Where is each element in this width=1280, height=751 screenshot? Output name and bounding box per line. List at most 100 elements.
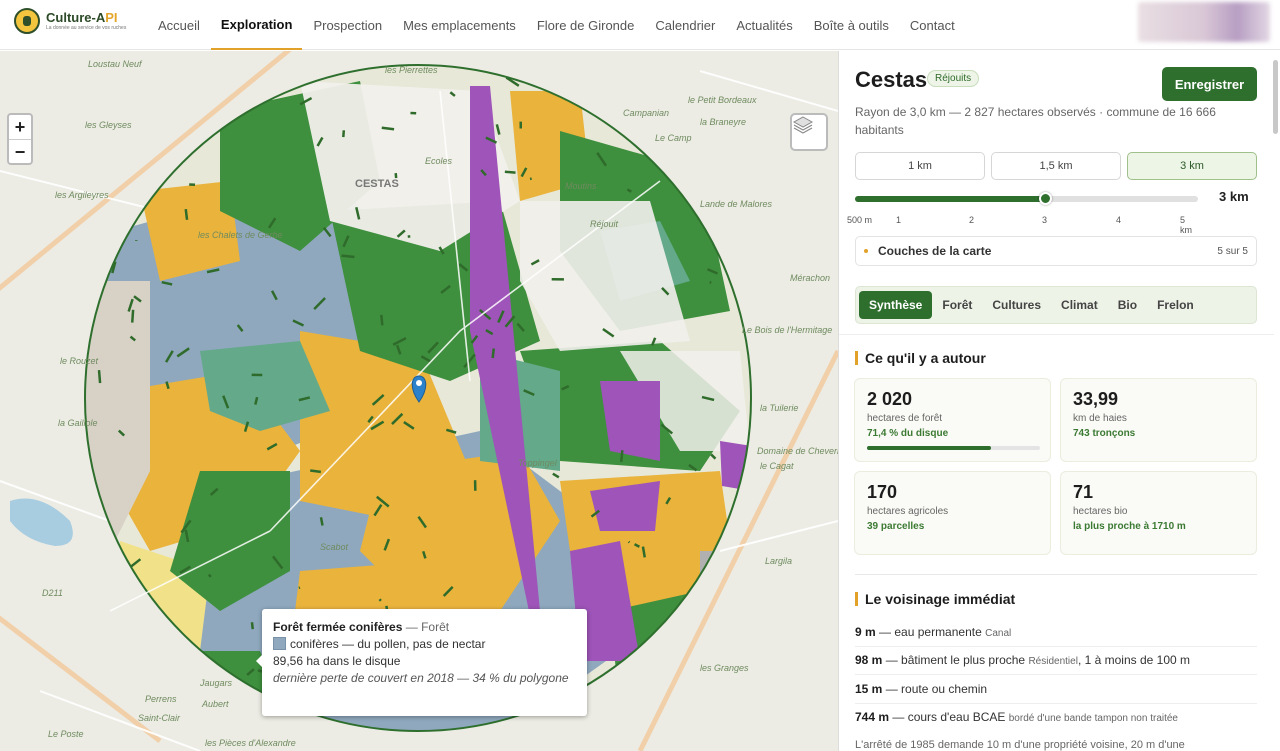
map-place-label: Ecoles xyxy=(425,156,453,166)
map-place-label: Moutins xyxy=(565,181,597,191)
panel-scrollbar[interactable] xyxy=(1273,60,1278,134)
hedge-line xyxy=(663,668,669,681)
card-unit: hectares bio xyxy=(1073,506,1128,517)
nav-actualites[interactable]: Actualités xyxy=(726,0,802,50)
map-place-label: CESTAS xyxy=(355,178,399,190)
nearby-heading: Le voisinage immédiat xyxy=(855,591,1015,607)
nav-calendrier[interactable]: Calendrier xyxy=(645,0,725,50)
nearby-item: 744 m — cours d'eau BCAE bordé d'une ban… xyxy=(855,710,1178,724)
slider-fill xyxy=(855,196,1045,202)
card-number: 71 xyxy=(1073,482,1094,502)
map-place-label: les Gleyses xyxy=(85,120,132,130)
card-note: 71,4 % du disque xyxy=(867,428,949,439)
radius-slider[interactable] xyxy=(855,192,1198,205)
nav-boite-a-outils[interactable]: Boîte à outils xyxy=(804,0,899,50)
slider-thumb[interactable] xyxy=(1039,192,1052,205)
card-number: 2 020 xyxy=(867,389,913,409)
card-note: 743 tronçons xyxy=(1073,428,1136,439)
hedge-line xyxy=(620,450,624,462)
bio-card: 71 hectares bio la plus proche à 1710 m xyxy=(1060,471,1257,555)
card-number: 170 xyxy=(867,482,898,502)
zoom-control: + − xyxy=(7,113,33,165)
card-unit: hectares de forêt xyxy=(867,413,943,424)
hedge-line xyxy=(98,227,110,235)
card-number: 33,99 xyxy=(1073,389,1119,409)
radius-3km-button[interactable]: 3 km xyxy=(1127,152,1257,180)
zoom-in-button[interactable]: + xyxy=(9,115,31,139)
brand-logo[interactable]: Culture-API La donnée au service de vos … xyxy=(14,8,126,34)
hedge-line xyxy=(205,82,217,97)
map-place-label: Réjouit xyxy=(590,219,619,229)
card-note: 39 parcelles xyxy=(867,521,925,532)
tick-label: 1 xyxy=(896,215,902,225)
map-place-label: Jaugars xyxy=(199,678,233,688)
hedge-line xyxy=(134,179,146,185)
tab-foret[interactable]: Forêt xyxy=(932,291,982,319)
map-place-label: Aubert xyxy=(201,699,229,709)
map-layers-toggle[interactable]: Couches de la carte 5 sur 5 xyxy=(855,236,1257,266)
map-place-label: Perrens xyxy=(145,694,177,704)
divider xyxy=(855,574,1257,575)
user-avatar[interactable] xyxy=(1138,2,1270,42)
conifer-swatch-icon xyxy=(273,637,286,650)
progress-fill xyxy=(867,446,991,450)
map-view[interactable]: Loustau Neuf les Pierrettes le Petit Borde… xyxy=(0,51,838,751)
layers-label: Couches de la carte xyxy=(878,244,992,258)
hedge-line xyxy=(97,370,102,384)
map-place-label: Domaine de Cheverny xyxy=(757,446,838,456)
tick-label: 500 m xyxy=(847,215,873,225)
nav-flore-de-gironde[interactable]: Flore de Gironde xyxy=(527,0,645,50)
tab-cultures[interactable]: Cultures xyxy=(982,291,1051,319)
tab-synthese[interactable]: Synthèse xyxy=(859,291,933,319)
around-heading: Ce qu'il y a autour xyxy=(855,350,986,366)
map-place-label: le Petit Bordeaux xyxy=(688,95,757,105)
radius-1-5km-button[interactable]: 1,5 km xyxy=(991,152,1121,180)
tooltip-category: — Forêt xyxy=(405,620,450,634)
slider-value: 3 km xyxy=(1219,189,1249,204)
map-place-label: Le Poste xyxy=(48,729,84,739)
hedge-line xyxy=(310,469,321,474)
nav-contact[interactable]: Contact xyxy=(900,0,965,50)
card-note: la plus proche à 1710 m xyxy=(1073,521,1186,532)
regulation-note: L'arrêté de 1985 demande 10 m d'une prop… xyxy=(855,739,1185,751)
tooltip-line2: 89,56 ha dans le disque xyxy=(273,654,401,668)
lake-shape xyxy=(10,498,73,546)
hedge-line xyxy=(627,540,631,544)
map-layers-button[interactable] xyxy=(790,113,828,151)
radius-1km-button[interactable]: 1 km xyxy=(855,152,985,180)
zoom-out-button[interactable]: − xyxy=(9,139,31,163)
hedge-line xyxy=(341,254,355,259)
nav-accueil[interactable]: Accueil xyxy=(148,0,210,50)
tick-label: 2 xyxy=(969,215,975,225)
nearby-item: 9 m — eau permanente Canal xyxy=(855,625,1012,639)
hedge-line xyxy=(137,615,151,629)
nav-mes-emplacements[interactable]: Mes emplacements xyxy=(393,0,526,50)
nav-exploration[interactable]: Exploration xyxy=(210,0,303,50)
hedge-line xyxy=(380,314,384,326)
map-place-label: Toppingel xyxy=(518,458,558,468)
radius-selector: 1 km 1,5 km 3 km xyxy=(855,152,1257,180)
forest-card: 2 020 hectares de forêt 71,4 % du disque xyxy=(854,378,1051,462)
map-place-label: Scabot xyxy=(320,542,349,552)
crops-card: 170 hectares agricoles 39 parcelles xyxy=(854,471,1051,555)
map-place-label: Saint-Clair xyxy=(138,713,181,723)
save-button[interactable]: Enregistrer xyxy=(1162,67,1257,101)
tooltip-line1: conifères — du pollen, pas de nectar xyxy=(290,637,486,651)
tick-label: 4 xyxy=(1116,215,1122,225)
hedge-line xyxy=(342,130,346,138)
tab-frelon[interactable]: Frelon xyxy=(1147,291,1204,319)
map-place-label: le Rouzet xyxy=(60,356,99,366)
map-place-label: les Pièces d'Alexandre xyxy=(205,738,296,748)
tab-bio[interactable]: Bio xyxy=(1108,291,1147,319)
hedge-line xyxy=(319,517,324,526)
map-place-label: les Granges xyxy=(700,663,749,673)
hedge-line xyxy=(381,126,395,131)
tab-climat[interactable]: Climat xyxy=(1051,291,1108,319)
divider xyxy=(855,674,1257,675)
hedges-card: 33,99 km de haies 743 tronçons xyxy=(1060,378,1257,462)
nav-prospection[interactable]: Prospection xyxy=(303,0,392,50)
hedge-line xyxy=(629,682,639,693)
map-place-label: la Tuilerie xyxy=(760,403,798,413)
hedge-line xyxy=(711,625,721,636)
hedge-line xyxy=(692,613,701,620)
